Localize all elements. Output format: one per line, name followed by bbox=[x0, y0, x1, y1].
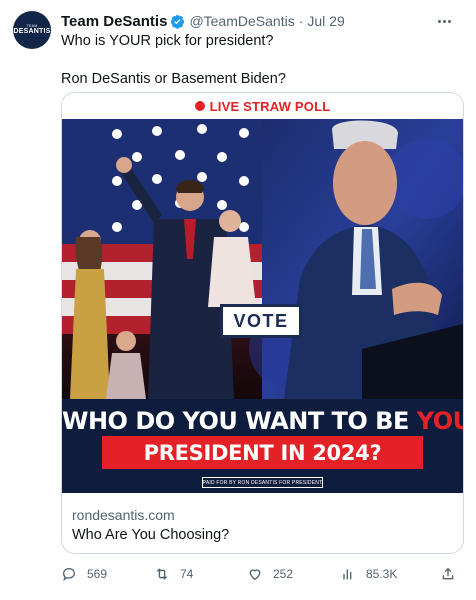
reply-icon bbox=[62, 567, 76, 581]
header-separator: · bbox=[298, 13, 304, 29]
retweet-count: 74 bbox=[180, 567, 194, 581]
reply-button[interactable]: 569 bbox=[61, 562, 107, 586]
vote-badge: VOTE bbox=[220, 304, 302, 338]
retweet-button[interactable]: 74 bbox=[154, 562, 193, 586]
live-dot-icon bbox=[194, 101, 205, 111]
card-photo-illustration bbox=[62, 119, 463, 399]
tweet-header: Team DeSantis @TeamDeSantis · Jul 29 bbox=[61, 12, 461, 30]
tweet[interactable]: TEAM DESANTIS Team DeSantis @TeamDeSanti… bbox=[0, 0, 476, 600]
banner-headline-highlight: YOUR bbox=[416, 407, 463, 435]
banner-headline-line2: PRESIDENT IN 2024? bbox=[143, 440, 382, 465]
more-options-icon[interactable] bbox=[433, 12, 455, 30]
author-handle[interactable]: @TeamDeSantis bbox=[189, 13, 294, 29]
poll-label: LIVE STRAW POLL bbox=[209, 98, 331, 114]
banner-headline-line1: WHO DO YOU WANT TO BE YOUR bbox=[62, 407, 463, 435]
card-banner: WHO DO YOU WANT TO BE YOUR PRESIDENT IN … bbox=[62, 399, 463, 493]
tweet-date[interactable]: Jul 29 bbox=[307, 13, 344, 29]
author-name[interactable]: Team DeSantis bbox=[61, 13, 167, 30]
tweet-text-line: Ron DeSantis or Basement Biden? bbox=[61, 71, 286, 87]
action-bar: 569 74 252 85.3K bbox=[61, 562, 466, 586]
share-button[interactable] bbox=[440, 562, 456, 586]
reply-count: 569 bbox=[87, 567, 108, 581]
paid-for-text: PAID FOR BY RON DESANTIS FOR PRESIDENT bbox=[202, 479, 323, 486]
paid-for-disclaimer: PAID FOR BY RON DESANTIS FOR PRESIDENT bbox=[202, 477, 323, 488]
like-icon bbox=[249, 569, 261, 581]
verified-badge-icon bbox=[171, 14, 185, 29]
vote-label: VOTE bbox=[233, 310, 289, 331]
card-image: VOTE bbox=[62, 119, 463, 399]
like-count: 252 bbox=[273, 567, 294, 581]
share-icon bbox=[442, 567, 454, 580]
avatar-text-bottom: DESANTIS bbox=[13, 28, 51, 35]
retweet-icon bbox=[156, 568, 168, 580]
banner-headline-line2-box: PRESIDENT IN 2024? bbox=[102, 436, 423, 469]
banner-headline-text: WHO DO YOU WANT TO BE bbox=[62, 407, 417, 435]
avatar[interactable]: TEAM DESANTIS bbox=[13, 11, 51, 49]
poll-label-strip: LIVE STRAW POLL bbox=[62, 93, 463, 119]
card-domain[interactable]: rondesantis.com bbox=[72, 507, 175, 523]
like-button[interactable]: 252 bbox=[247, 562, 293, 586]
views-icon bbox=[343, 569, 352, 580]
tweet-text-line: Who is YOUR pick for president? bbox=[61, 33, 274, 49]
tweet-text: Who is YOUR pick for president? Ron DeSa… bbox=[61, 32, 451, 89]
views-button[interactable]: 85.3K bbox=[340, 562, 397, 586]
card-title[interactable]: Who Are You Choosing? bbox=[72, 527, 229, 543]
link-card[interactable]: LIVE STRAW POLL VOTE WHO DO YOU WANT TO … bbox=[61, 92, 464, 554]
view-count: 85.3K bbox=[366, 567, 398, 581]
